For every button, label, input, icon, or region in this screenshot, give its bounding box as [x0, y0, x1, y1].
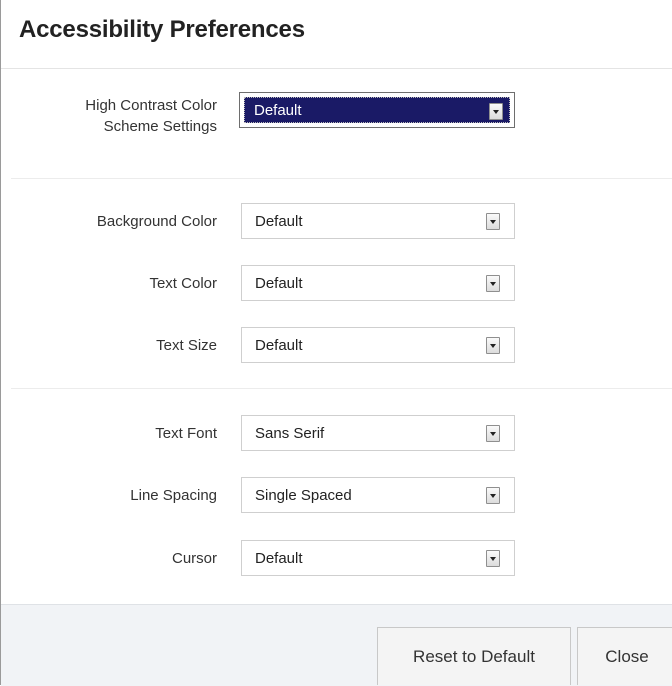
chevron-down-icon[interactable]	[486, 425, 500, 442]
cursor-select[interactable]: Default	[241, 540, 515, 576]
high-contrast-select-highlight: Default	[244, 97, 510, 123]
section-divider-1	[11, 178, 672, 179]
text-font-select[interactable]: Sans Serif	[241, 415, 515, 451]
text-color-select-value: Default	[255, 275, 303, 292]
background-color-select[interactable]: Default	[241, 203, 515, 239]
text-size-select-value: Default	[255, 337, 303, 354]
cursor-select-value: Default	[255, 550, 303, 567]
chevron-down-icon[interactable]	[486, 213, 500, 230]
background-color-label: Background Color	[96, 213, 217, 230]
dialog-title: Accessibility Preferences	[19, 16, 305, 43]
text-size-select[interactable]: Default	[241, 327, 515, 363]
line-spacing-label: Line Spacing	[130, 487, 217, 504]
chevron-down-icon[interactable]	[486, 550, 500, 567]
line-spacing-select[interactable]: Single Spaced	[241, 477, 515, 513]
line-spacing-select-value: Single Spaced	[255, 487, 352, 504]
high-contrast-label: High Contrast Color Scheme Settings	[17, 95, 217, 137]
high-contrast-label-line2: Scheme Settings	[103, 118, 217, 135]
text-size-label: Text Size	[156, 337, 217, 354]
text-color-label: Text Color	[149, 275, 217, 292]
chevron-down-icon[interactable]	[486, 337, 500, 354]
section-divider-2	[11, 388, 672, 389]
background-color-select-value: Default	[255, 213, 303, 230]
chevron-down-icon[interactable]	[486, 487, 500, 504]
chevron-down-icon[interactable]	[489, 103, 503, 120]
text-font-label: Text Font	[155, 425, 217, 442]
text-font-select-value: Sans Serif	[255, 425, 325, 442]
high-contrast-label-line1: High Contrast Color	[85, 97, 217, 114]
dialog-header: Accessibility Preferences	[1, 0, 672, 69]
cursor-label: Cursor	[171, 550, 217, 567]
chevron-down-icon[interactable]	[486, 275, 500, 292]
close-button[interactable]: Close	[577, 627, 672, 685]
reset-to-default-button[interactable]: Reset to Default	[377, 627, 571, 685]
high-contrast-select[interactable]: Default	[239, 92, 515, 128]
dialog-footer: Reset to Default Close	[1, 604, 672, 686]
high-contrast-select-value: Default	[254, 102, 302, 119]
accessibility-preferences-dialog: Accessibility Preferences High Contrast …	[0, 0, 672, 686]
text-color-select[interactable]: Default	[241, 265, 515, 301]
